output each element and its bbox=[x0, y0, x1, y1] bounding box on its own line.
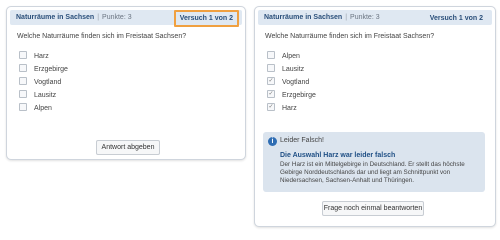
option-erzgebirge[interactable]: Erzgebirge bbox=[19, 64, 68, 75]
attempt-counter: Versuch 1 von 2 bbox=[429, 15, 483, 22]
attempt-counter: Versuch 1 von 2 bbox=[173, 10, 239, 27]
feedback-status: Leider Falsch! bbox=[280, 137, 324, 144]
option-label: Alpen bbox=[282, 53, 300, 60]
quiz-panel-feedback: Naturräume in Sachsen | Punkte: 3 Versuch … bbox=[254, 6, 496, 227]
checkbox-checked[interactable]: ✓ bbox=[267, 77, 275, 86]
option-erzgebirge[interactable]: ✓ Erzgebirge bbox=[267, 90, 316, 101]
quiz-header: Naturräume in Sachsen | Punkte: 3 Versuch … bbox=[10, 10, 242, 27]
question-text: Welche Naturräume finden sich im Freista… bbox=[265, 33, 435, 40]
checkbox[interactable] bbox=[267, 64, 275, 73]
option-harz[interactable]: ✓ Harz bbox=[267, 103, 297, 114]
header-separator: | bbox=[345, 14, 348, 21]
quiz-header: Naturräume in Sachsen | Punkte: 3 Versuch … bbox=[258, 10, 492, 25]
feedback-text: Der Harz ist ein Mittelgebirge in Deutsc… bbox=[280, 161, 465, 184]
option-harz[interactable]: Harz bbox=[19, 51, 49, 62]
option-alpen[interactable]: Alpen bbox=[267, 51, 300, 62]
option-alpen[interactable]: Alpen bbox=[19, 103, 52, 114]
option-label: Lausitz bbox=[282, 66, 305, 73]
option-label: Alpen bbox=[34, 105, 52, 112]
checkbox[interactable] bbox=[19, 64, 27, 73]
option-label: Vogtland bbox=[34, 79, 62, 86]
option-label: Erzgebirge bbox=[34, 66, 68, 73]
retry-button[interactable]: Frage noch einmal beantworten bbox=[322, 201, 424, 216]
option-label: Vogtland bbox=[282, 79, 310, 86]
submit-answer-button[interactable]: Antwort abgeben bbox=[96, 140, 160, 155]
quiz-title: Naturräume in Sachsen bbox=[264, 14, 343, 21]
option-label: Lausitz bbox=[34, 92, 57, 99]
quiz-points: Punkte: 3 bbox=[102, 14, 132, 21]
option-vogtland[interactable]: Vogtland bbox=[19, 77, 62, 88]
info-icon: i bbox=[268, 137, 277, 146]
feedback-title: Die Auswahl Harz war leider falsch bbox=[280, 152, 396, 159]
quiz-title: Naturräume in Sachsen bbox=[16, 14, 95, 21]
feedback-box: i Leider Falsch! Die Auswahl Harz war le… bbox=[263, 132, 485, 192]
checkbox[interactable] bbox=[19, 90, 27, 99]
checkbox[interactable] bbox=[19, 103, 27, 112]
option-lausitz[interactable]: Lausitz bbox=[19, 90, 57, 101]
option-label: Harz bbox=[282, 105, 297, 112]
option-lausitz[interactable]: Lausitz bbox=[267, 64, 305, 75]
checkbox[interactable] bbox=[267, 51, 275, 60]
option-vogtland[interactable]: ✓ Vogtland bbox=[267, 77, 310, 88]
question-text: Welche Naturräume finden sich im Freista… bbox=[17, 33, 187, 40]
header-separator: | bbox=[97, 14, 100, 21]
checkbox-checked[interactable]: ✓ bbox=[267, 90, 275, 99]
checkbox[interactable] bbox=[19, 77, 27, 86]
quiz-points: Punkte: 3 bbox=[350, 14, 380, 21]
checkbox[interactable] bbox=[19, 51, 27, 60]
option-label: Harz bbox=[34, 53, 49, 60]
checkbox-checked[interactable]: ✓ bbox=[267, 103, 275, 112]
quiz-panel-initial: Naturräume in Sachsen | Punkte: 3 Versuch … bbox=[6, 6, 246, 160]
option-label: Erzgebirge bbox=[282, 92, 316, 99]
